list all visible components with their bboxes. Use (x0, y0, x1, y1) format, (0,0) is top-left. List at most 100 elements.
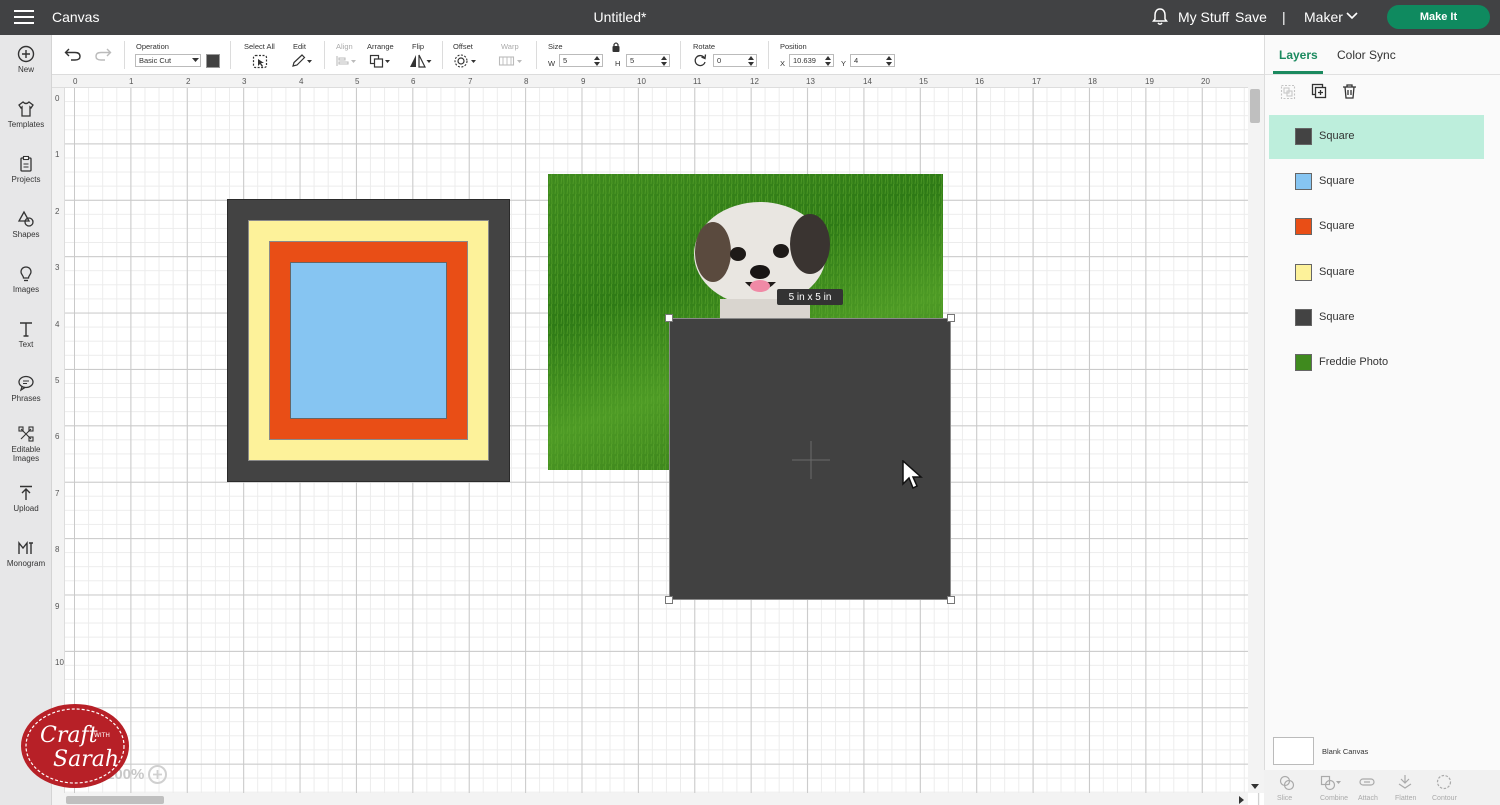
sidebar-item-label: Monogram (6, 559, 46, 568)
sidebar-item-label: Text (18, 340, 34, 349)
layer-item[interactable]: Square (1269, 205, 1484, 249)
horizontal-scrollbar[interactable] (52, 793, 1248, 805)
sidebar-item-phrases[interactable]: Phrases (0, 374, 52, 403)
my-stuff-link[interactable]: My Stuff (1178, 9, 1229, 25)
scroll-down-icon[interactable] (1251, 784, 1259, 790)
select-all-icon[interactable] (252, 54, 268, 69)
sidebar-item-shapes[interactable]: Shapes (0, 210, 52, 239)
width-label: W (548, 59, 556, 68)
topbar-separator: | (1282, 9, 1286, 25)
vertical-scrollbar[interactable] (1248, 75, 1264, 793)
layer-swatch (1295, 218, 1312, 235)
stepper-icon[interactable] (886, 56, 892, 66)
selected-square[interactable] (669, 318, 951, 600)
layer-name: Square (1319, 220, 1355, 232)
resize-handle[interactable] (665, 596, 673, 604)
tab-color-sync[interactable]: Color Sync (1337, 48, 1396, 62)
sidebar-item-templates[interactable]: Templates (0, 100, 52, 129)
layer-swatch (1295, 173, 1312, 190)
flip-label: Flip (412, 42, 425, 51)
slice-button: Slice (1277, 795, 1293, 802)
craft-with-sarah-logo: Craft WITH Sarah (20, 703, 130, 789)
sidebar-item-new[interactable]: New (0, 45, 52, 74)
top-bar: Canvas Untitled* My Stuff Save | Maker M… (0, 0, 1500, 35)
ruler-number: 7 (55, 489, 60, 498)
ruler-number: 19 (1145, 77, 1154, 86)
ruler-number: 3 (55, 263, 60, 272)
stepper-icon[interactable] (748, 56, 754, 66)
stepper-icon[interactable] (594, 56, 600, 66)
square-blue[interactable] (290, 262, 447, 419)
arrange-icon[interactable] (369, 54, 391, 68)
contour-button: Contour (1432, 795, 1457, 802)
stepper-icon[interactable] (661, 56, 667, 66)
machine-select[interactable]: Maker (1304, 9, 1343, 25)
vertical-scroll-thumb[interactable] (1250, 89, 1260, 123)
pencil-icon[interactable] (291, 54, 313, 68)
layer-item[interactable]: Square (1269, 115, 1484, 159)
chevron-down-icon[interactable] (1346, 11, 1358, 21)
sidebar-item-label: Images (12, 454, 40, 463)
logo-with: WITH (94, 732, 110, 739)
sidebar-item-monogram[interactable]: Monogram (0, 539, 52, 568)
editable-images-icon (18, 426, 34, 442)
flip-icon[interactable] (408, 54, 432, 68)
layer-name: Freddie Photo (1319, 356, 1389, 368)
duplicate-icon[interactable] (1311, 83, 1327, 100)
layer-item[interactable]: Square (1269, 296, 1484, 340)
trash-icon[interactable] (1342, 83, 1357, 100)
lock-icon[interactable] (611, 41, 621, 53)
operation-color-swatch[interactable] (206, 54, 220, 68)
slice-icon (1279, 775, 1295, 791)
ruler-number: 4 (299, 77, 304, 86)
ruler-number: 8 (55, 545, 60, 554)
top-ruler: 0 1 2 3 4 5 6 7 8 9 10 11 12 13 14 15 16… (52, 75, 1248, 88)
scroll-right-icon[interactable] (1239, 796, 1245, 804)
redo-icon[interactable] (94, 47, 112, 61)
sidebar-item-text[interactable]: Text (0, 320, 52, 349)
upload-icon (20, 485, 32, 500)
horizontal-scroll-thumb[interactable] (66, 796, 164, 804)
ruler-number: 5 (355, 77, 360, 86)
sidebar-item-editable-images[interactable]: Editable Images (0, 425, 52, 463)
resize-handle[interactable] (947, 314, 955, 322)
height-label: H (615, 59, 621, 68)
tab-layers[interactable]: Layers (1279, 48, 1318, 62)
left-sidebar: New Templates Projects Shapes Images Tex… (0, 35, 52, 805)
undo-icon[interactable] (64, 47, 82, 61)
edit-label: Edit (293, 42, 306, 51)
ruler-number: 14 (863, 77, 872, 86)
attach-icon (1359, 778, 1375, 786)
offset-label: Offset (453, 42, 473, 51)
sidebar-item-images[interactable]: Images (0, 265, 52, 294)
blank-canvas-swatch[interactable] (1273, 737, 1314, 765)
layers-panel: Layers Color Sync Square Square Square S… (1264, 35, 1500, 805)
position-label: Position (780, 42, 807, 51)
bell-icon[interactable] (1152, 8, 1168, 26)
sidebar-item-upload[interactable]: Upload (0, 484, 52, 513)
layer-name: Square (1319, 175, 1355, 187)
save-button[interactable]: Save (1235, 9, 1267, 25)
sidebar-item-projects[interactable]: Projects (0, 155, 52, 184)
zoom-in-button[interactable] (148, 765, 167, 784)
stepper-icon[interactable] (825, 56, 831, 66)
sidebar-item-label: Projects (11, 175, 41, 184)
layer-name: Square (1319, 266, 1355, 278)
ruler-number: 15 (919, 77, 928, 86)
left-ruler: 0 1 2 3 4 5 6 7 8 9 10 (52, 88, 65, 793)
warp-icon (498, 56, 522, 66)
text-icon (20, 322, 32, 337)
offset-icon[interactable] (453, 54, 477, 68)
layer-item[interactable]: Square (1269, 160, 1484, 204)
sidebar-item-label: Editable (11, 445, 41, 454)
ruler-number: 9 (55, 602, 60, 611)
resize-handle[interactable] (947, 596, 955, 604)
rotate-label: Rotate (693, 42, 716, 51)
layer-item[interactable]: Square (1269, 251, 1484, 295)
flatten-icon (1398, 775, 1412, 789)
ruler-number: 3 (242, 77, 247, 86)
resize-handle[interactable] (665, 314, 673, 322)
make-it-button[interactable]: Make It (1387, 5, 1490, 29)
align-icon (336, 56, 356, 66)
layer-item[interactable]: Freddie Photo (1269, 341, 1484, 385)
